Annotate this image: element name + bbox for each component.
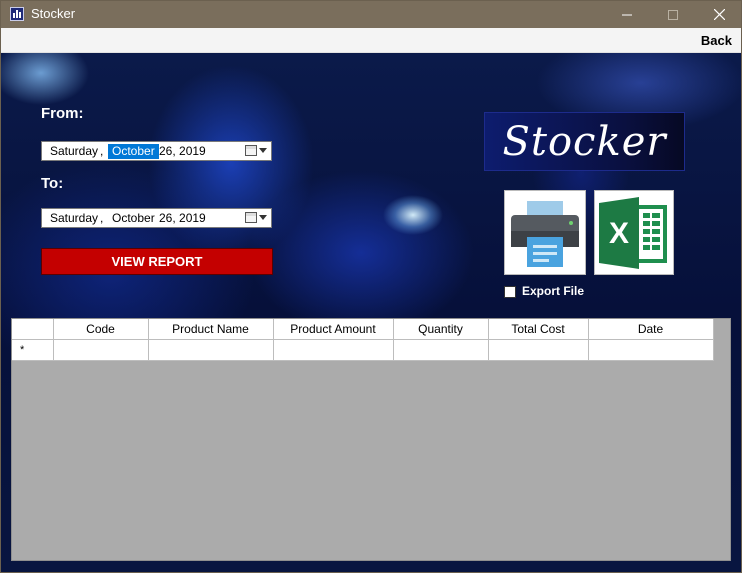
from-date-day-year[interactable]: 26, 2019 (159, 144, 206, 158)
to-date-comma: , (100, 211, 104, 225)
table-cell[interactable] (588, 339, 714, 361)
table-row[interactable]: * (12, 339, 714, 361)
column-header-quantity[interactable]: Quantity (393, 319, 489, 340)
export-file-label[interactable]: Export File (522, 284, 584, 298)
minimize-button[interactable] (604, 1, 650, 28)
chevron-down-icon[interactable] (259, 148, 267, 153)
table-cell[interactable] (488, 339, 589, 361)
stocker-logo: Stocker (484, 112, 685, 171)
app-window: Stocker Back From: Saturday , October 26… (0, 0, 742, 573)
to-label: To: (41, 175, 64, 192)
table-cell[interactable] (53, 339, 149, 361)
svg-text:X: X (609, 217, 629, 250)
chevron-down-icon[interactable] (259, 215, 267, 220)
print-button[interactable] (504, 190, 586, 275)
from-date-day: Saturday (50, 144, 99, 158)
new-row-marker: * (12, 339, 54, 361)
title-bar[interactable]: Stocker (1, 1, 741, 28)
to-date-day: Saturday (50, 211, 99, 225)
close-icon (713, 9, 725, 20)
from-date-comma: , (100, 144, 104, 158)
maximize-button (650, 1, 696, 28)
column-header-product-amount[interactable]: Product Amount (273, 319, 394, 340)
from-label: From: (41, 105, 84, 122)
to-date-month[interactable]: October (108, 211, 159, 225)
printer-icon (511, 201, 579, 267)
close-button[interactable] (696, 1, 742, 28)
calendar-icon[interactable] (245, 212, 257, 223)
table-cell[interactable] (393, 339, 489, 361)
to-date-day-year[interactable]: 26, 2019 (159, 211, 206, 225)
window-title: Stocker (31, 6, 76, 21)
maximize-icon (668, 9, 678, 20)
table-cell[interactable] (273, 339, 394, 361)
calendar-icon[interactable] (245, 145, 257, 156)
column-header-code[interactable]: Code (53, 319, 149, 340)
menu-bar: Back (1, 28, 741, 53)
report-data-grid[interactable]: Code Product Name Product Amount Quantit… (11, 318, 731, 561)
excel-export-button[interactable]: X (594, 190, 674, 275)
minimize-icon (622, 14, 632, 15)
row-header-corner (12, 319, 54, 340)
report-panel: From: Saturday , October 26, 2019 To: Sa… (1, 53, 741, 572)
column-header-date[interactable]: Date (588, 319, 714, 340)
logo-text: Stocker (502, 119, 667, 165)
column-header-total-cost[interactable]: Total Cost (488, 319, 589, 340)
excel-icon: X (599, 197, 667, 269)
view-report-button[interactable]: VIEW REPORT (41, 248, 273, 275)
table-header-row: Code Product Name Product Amount Quantit… (12, 319, 714, 340)
back-button[interactable]: Back (701, 33, 732, 48)
table-cell[interactable] (148, 339, 274, 361)
column-header-product-name[interactable]: Product Name (148, 319, 274, 340)
to-date-picker[interactable]: Saturday , October 26, 2019 (41, 208, 272, 228)
from-date-month[interactable]: October (108, 144, 159, 159)
report-table: Code Product Name Product Amount Quantit… (12, 319, 714, 361)
bar-chart-icon (10, 7, 24, 21)
export-file-checkbox[interactable] (504, 286, 516, 298)
from-date-picker[interactable]: Saturday , October 26, 2019 (41, 141, 272, 161)
